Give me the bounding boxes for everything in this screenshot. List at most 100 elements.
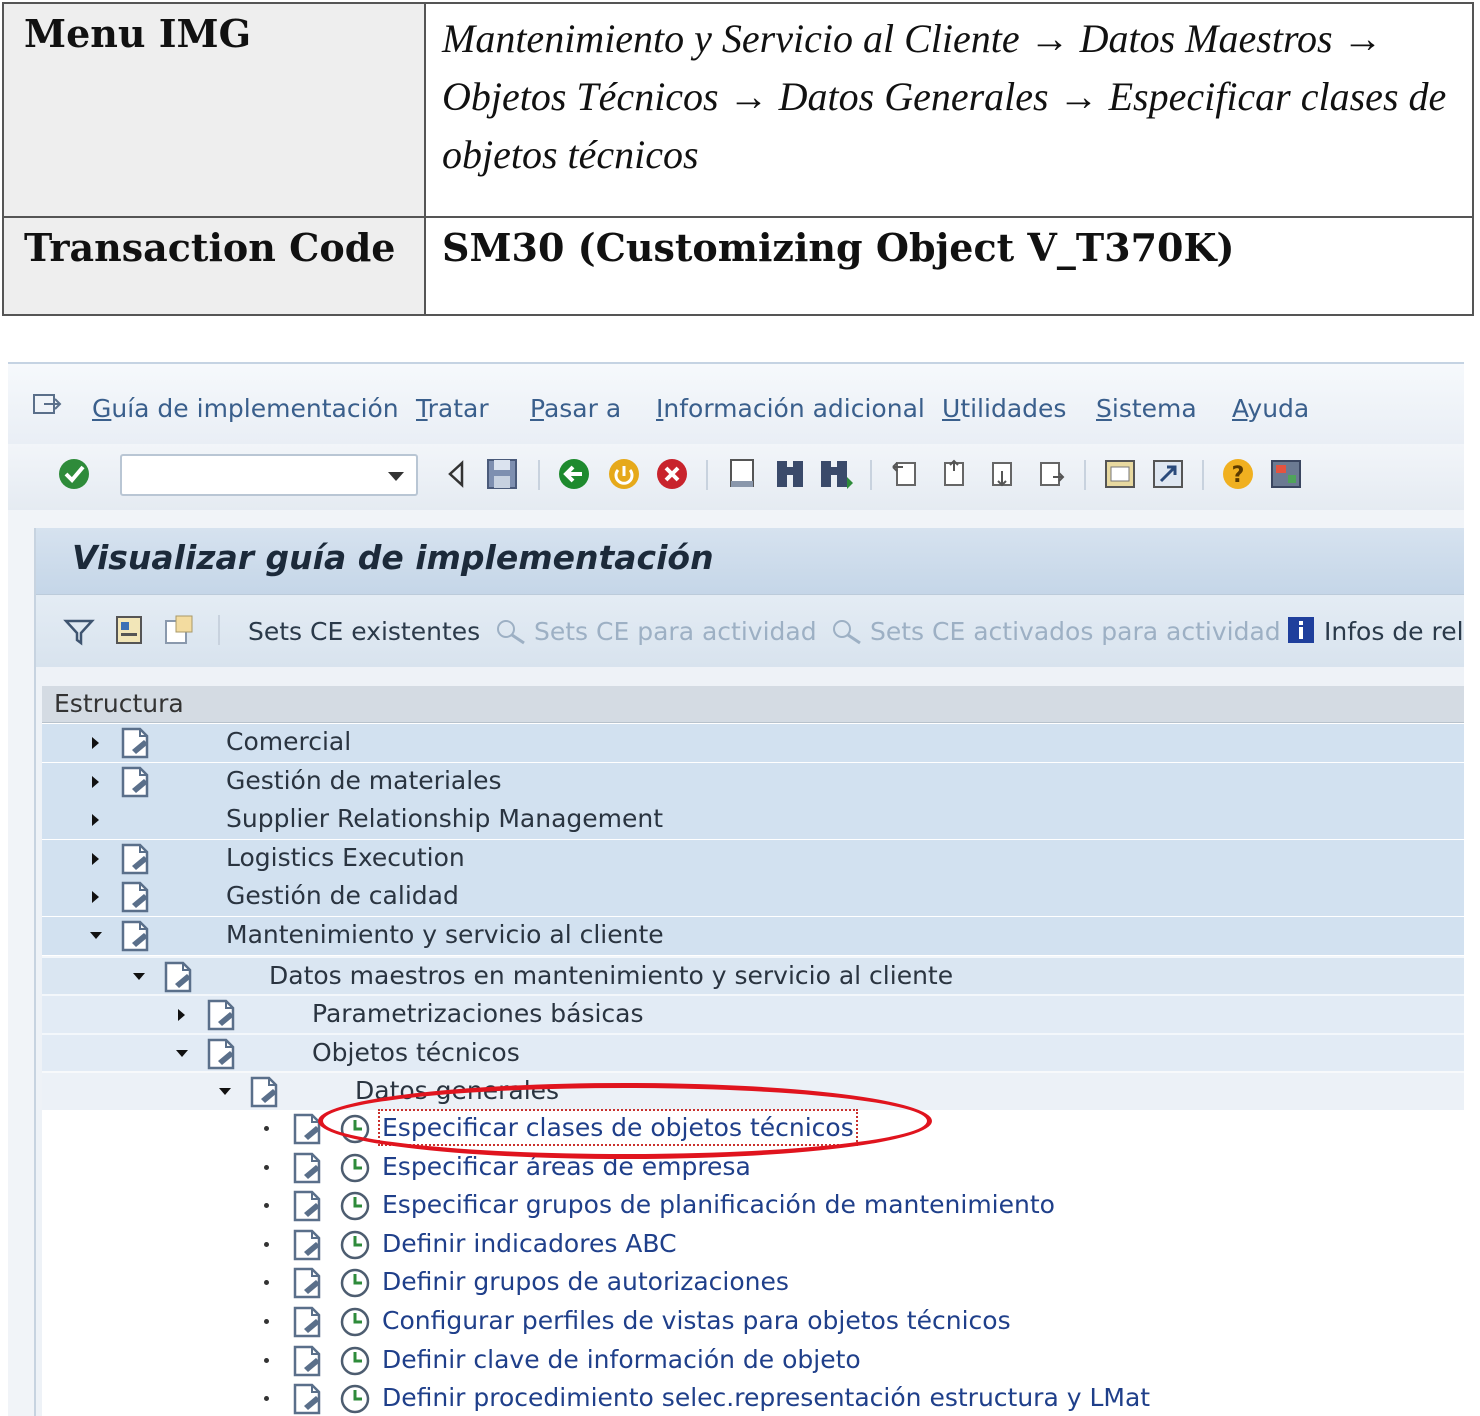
tree-row-label[interactable]: Definir indicadores ABC [382,1229,677,1258]
tree-row-label[interactable]: Mantenimiento y servicio al cliente [226,920,664,949]
prev-page-icon[interactable] [936,456,972,492]
document-icon[interactable] [290,1228,326,1262]
document-icon[interactable] [204,1037,240,1071]
tree-row-label[interactable]: Especificar grupos de planificación de m… [382,1190,1055,1219]
document-icon[interactable] [118,765,154,799]
command-field[interactable] [120,454,418,496]
document-icon[interactable] [290,1382,326,1416]
document-icon[interactable] [290,1189,326,1223]
tree-leaf-row[interactable]: Definir procedimiento selec.representaci… [42,1380,1464,1416]
expand-down-icon[interactable] [219,1088,231,1096]
sets-ce-existentes-button[interactable]: Sets CE existentes [248,617,480,646]
command-input[interactable] [128,456,382,494]
execute-clock-icon[interactable] [338,1151,372,1185]
cancel-icon[interactable] [654,456,690,492]
expand-right-icon[interactable] [178,1009,185,1022]
document-icon[interactable] [290,1305,326,1339]
menu-sistema[interactable]: Sistema [1096,394,1197,423]
tree-node-row[interactable]: Mantenimiento y servicio al cliente [42,917,1464,955]
tree-row-label[interactable]: Especificar clases de objetos técnicos [378,1109,858,1146]
tree-row-label[interactable]: Datos maestros en mantenimiento y servic… [269,961,953,990]
tree-row-label[interactable]: Gestión de calidad [226,881,459,910]
tree-row-label[interactable]: Configurar perfiles de vistas para objet… [382,1306,1011,1335]
document-icon[interactable] [118,726,154,760]
tree-node-row[interactable]: Comercial [42,724,1464,762]
find-next-icon[interactable] [818,456,854,492]
tree-row-label[interactable]: Objetos técnicos [312,1038,520,1067]
first-page-icon[interactable] [888,456,924,492]
next-page-icon[interactable] [984,456,1020,492]
execute-clock-icon[interactable] [338,1228,372,1262]
menu-utilidades[interactable]: Utilidades [942,394,1066,423]
execute-clock-icon[interactable] [338,1305,372,1339]
back-arrow-icon[interactable] [438,456,474,492]
execute-clock-icon[interactable] [338,1266,372,1300]
expand-right-icon[interactable] [92,775,99,788]
expand-down-icon[interactable] [176,1049,188,1057]
tree-row-label[interactable]: Supplier Relationship Management [226,804,663,833]
tree-row-label[interactable]: Especificar áreas de empresa [382,1152,751,1181]
exit-icon[interactable] [606,456,642,492]
tree-node-row[interactable]: Parametrizaciones básicas [42,994,1464,1035]
create-session-icon[interactable] [1102,456,1138,492]
expand-down-icon[interactable] [133,972,145,980]
documentation-icon[interactable] [112,613,146,647]
tree-leaf-row[interactable]: Especificar áreas de empresa [42,1148,1464,1187]
release-notes-icon[interactable] [162,613,196,647]
document-icon[interactable] [247,1075,283,1109]
document-icon[interactable] [290,1344,326,1378]
tree-node-row[interactable]: Datos generales [42,1071,1464,1114]
tree-node-row[interactable]: Logistics Execution [42,839,1464,878]
tree-leaf-row[interactable]: Especificar grupos de planificación de m… [42,1187,1464,1226]
tree-leaf-row[interactable]: Definir indicadores ABC [42,1225,1464,1264]
print-icon[interactable] [724,456,760,492]
document-icon[interactable] [118,919,154,953]
execute-clock-icon[interactable] [338,1344,372,1378]
tree-row-label[interactable]: Comercial [226,727,351,756]
document-icon[interactable] [161,960,197,994]
tree-node-row[interactable]: Gestión de materiales [42,762,1464,801]
filter-icon[interactable] [62,613,96,647]
document-icon[interactable] [290,1266,326,1300]
menu-guia[interactable]: Guía de implementación [92,394,399,423]
info-icon[interactable] [1286,615,1316,645]
execute-clock-icon[interactable] [338,1189,372,1223]
find-icon[interactable] [772,456,808,492]
chevron-down-icon[interactable] [388,472,404,481]
layout-icon[interactable] [1268,456,1304,492]
expand-right-icon[interactable] [92,737,99,749]
document-icon[interactable] [118,842,154,876]
tree-row-label[interactable]: Datos generales [355,1076,559,1105]
document-icon[interactable] [290,1151,326,1185]
shortcut-icon[interactable] [1150,456,1186,492]
document-icon[interactable] [290,1112,326,1146]
expand-right-icon[interactable] [92,891,99,904]
tree-node-row[interactable]: Datos maestros en mantenimiento y servic… [42,955,1464,996]
tree-row-label[interactable]: Logistics Execution [226,843,465,872]
document-icon[interactable] [118,880,154,914]
tree-node-row[interactable]: Objetos técnicos [42,1032,1464,1073]
tree-node-row[interactable]: Gestión de calidad [42,878,1464,917]
tree-row-label[interactable]: Definir procedimiento selec.representaci… [382,1383,1150,1412]
infos-release-button[interactable]: Infos de rel [1324,617,1464,646]
menu-ayuda[interactable]: Ayuda [1232,394,1309,423]
execute-clock-icon[interactable] [338,1382,372,1416]
tree-leaf-row[interactable]: Definir grupos de autorizaciones [42,1264,1464,1303]
menu-tratar[interactable]: Tratar [416,394,489,423]
tree-leaf-row[interactable]: Configurar perfiles de vistas para objet… [42,1303,1464,1341]
enter-icon[interactable] [56,456,92,492]
execute-clock-icon[interactable] [338,1112,372,1146]
expand-right-icon[interactable] [92,852,99,865]
tree-row-label[interactable]: Gestión de materiales [226,766,502,795]
tree-row-label[interactable]: Parametrizaciones básicas [312,999,644,1028]
last-page-icon[interactable] [1032,456,1068,492]
green-back-icon[interactable] [556,456,592,492]
menu-info-adicional[interactable]: Información adicional [656,394,925,423]
menu-pasar-a[interactable]: Pasar a [530,394,621,423]
tree-leaf-row[interactable]: Definir clave de información de objeto [42,1341,1464,1380]
tree-leaf-row[interactable]: Especificar clases de objetos técnicos [42,1109,1464,1148]
expand-down-icon[interactable] [90,932,102,939]
save-icon[interactable] [484,456,520,492]
menu-exit-icon[interactable] [32,392,62,416]
tree-row-label[interactable]: Definir grupos de autorizaciones [382,1267,789,1296]
